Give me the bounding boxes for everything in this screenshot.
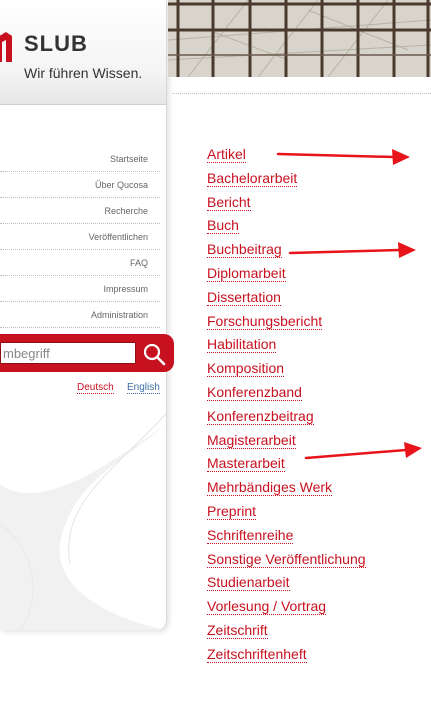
brand-tagline: Wir führen Wissen. [24, 65, 143, 81]
doc-type-link[interactable]: Bachelorarbeit [207, 169, 298, 187]
list-item: Magisterarbeit [207, 431, 366, 456]
nav-item-impressum[interactable]: Impressum [0, 277, 160, 302]
doc-type-link[interactable]: Habilitation [207, 336, 277, 354]
search-bar [0, 334, 174, 372]
nav-item-veroeffentlichen[interactable]: Veröffentlichen [0, 225, 160, 250]
doc-type-link[interactable]: Buchbeitrag [207, 241, 282, 259]
list-item: Sonstige Veröffentlichung [207, 550, 366, 575]
nav-item-ueber-qucosa[interactable]: Über Qucosa [0, 173, 160, 198]
site-header: SLUB Wir führen Wissen. [0, 0, 166, 105]
search-input[interactable] [0, 342, 136, 364]
nav-item-faq[interactable]: FAQ [0, 251, 160, 276]
sidebar: SLUB Wir führen Wissen. Startseite Über … [0, 0, 167, 630]
doc-type-link[interactable]: Masterarbeit [207, 455, 285, 473]
doc-type-link[interactable]: Studienarbeit [207, 574, 290, 592]
list-item: Schriftenreihe [207, 526, 366, 551]
list-item: Forschungsbericht [207, 312, 366, 337]
doc-type-link[interactable]: Komposition [207, 360, 285, 378]
doc-type-link[interactable]: Konferenzband [207, 383, 302, 401]
list-item: Mehrbändiges Werk [207, 479, 366, 503]
arrow-head [404, 442, 422, 458]
main-nav: Startseite Über Qucosa Recherche Veröffe… [0, 147, 160, 329]
list-item: Bericht [207, 193, 366, 218]
document-type-list: Artikel Bachelorarbeit Bericht Buch Buch… [207, 146, 366, 670]
list-item: Buchbeitrag [207, 241, 366, 265]
doc-type-link[interactable]: Zeitschriftenheft [207, 645, 307, 663]
doc-type-link[interactable]: Zeitschrift [207, 621, 268, 639]
list-item: Preprint [207, 502, 366, 527]
header-photo [168, 0, 431, 77]
doc-type-link[interactable]: Diplomarbeit [207, 264, 286, 282]
list-item: Studienarbeit [207, 574, 366, 598]
doc-type-link[interactable]: Konferenzbeitrag [207, 407, 314, 425]
arrow-head [392, 149, 410, 165]
list-item: Konferenzbeitrag [207, 407, 366, 432]
list-item: Zeitschriftenheft [207, 645, 366, 670]
search-icon[interactable] [142, 342, 166, 366]
doc-type-link[interactable]: Mehrbändiges Werk [207, 479, 333, 497]
list-item: Artikel [207, 146, 366, 170]
doc-type-link[interactable]: Bericht [207, 193, 251, 211]
doc-type-link[interactable]: Artikel [207, 146, 246, 163]
doc-type-link[interactable]: Magisterarbeit [207, 431, 296, 449]
list-item: Dissertation [207, 288, 366, 313]
doc-type-link[interactable]: Forschungsbericht [207, 312, 323, 330]
list-item: Vorlesung / Vortrag [207, 598, 366, 622]
list-item: Masterarbeit [207, 455, 366, 479]
doc-type-link[interactable]: Vorlesung / Vortrag [207, 598, 327, 616]
doc-type-link[interactable]: Preprint [207, 502, 257, 520]
list-item: Konferenzband [207, 383, 366, 408]
list-item: Diplomarbeit [207, 264, 366, 289]
doc-type-link[interactable]: Dissertation [207, 288, 281, 306]
slub-logo-icon[interactable] [0, 32, 12, 62]
list-item: Komposition [207, 360, 366, 384]
doc-type-link[interactable]: Sonstige Veröffentlichung [207, 550, 366, 568]
nav-item-recherche[interactable]: Recherche [0, 199, 160, 224]
doc-type-link[interactable]: Buch [207, 217, 239, 235]
decorative-swoosh [0, 413, 166, 630]
separator [172, 93, 431, 94]
arrow-head [398, 242, 416, 258]
nav-item-administration[interactable]: Administration [0, 303, 160, 328]
language-link-deutsch[interactable]: Deutsch [77, 382, 114, 394]
list-item: Buch [207, 217, 366, 241]
nav-item-startseite[interactable]: Startseite [0, 147, 160, 172]
language-link-english[interactable]: English [127, 382, 160, 394]
list-item: Bachelorarbeit [207, 169, 366, 194]
doc-type-link[interactable]: Schriftenreihe [207, 526, 294, 544]
list-item: Habilitation [207, 336, 366, 360]
list-item: Zeitschrift [207, 621, 366, 646]
brand-name[interactable]: SLUB [24, 31, 88, 57]
